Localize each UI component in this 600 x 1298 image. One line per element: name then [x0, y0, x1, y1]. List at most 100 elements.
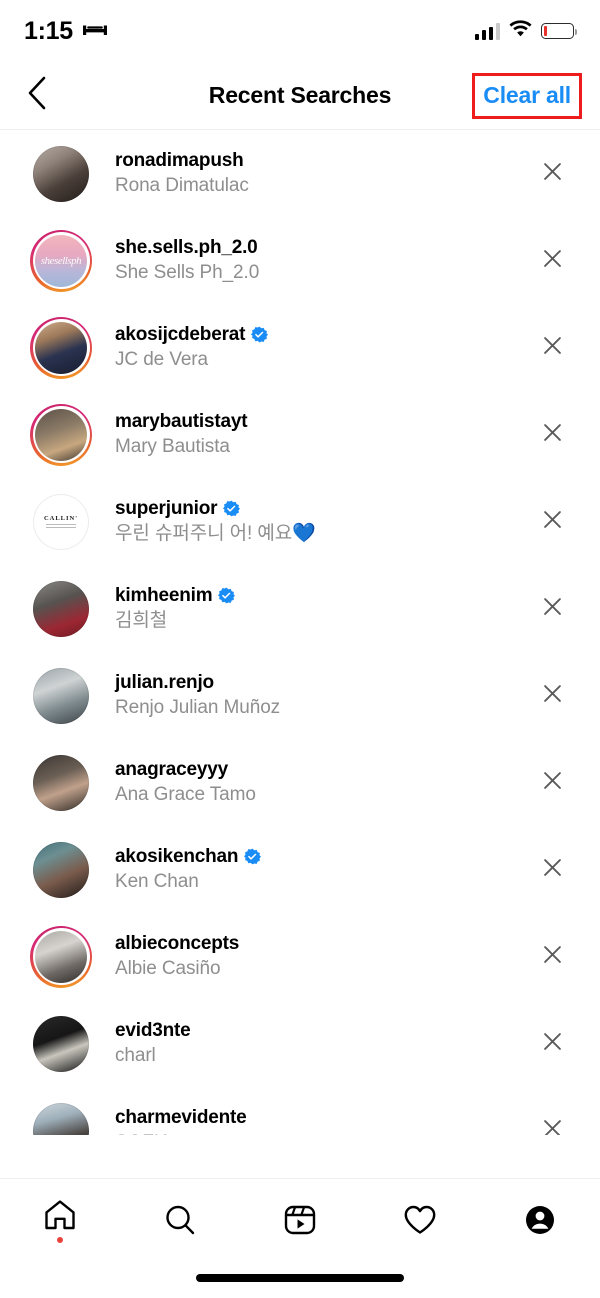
search-result-row[interactable]: shesellsph she.sells.ph_2.0 She Sells Ph_2… — [0, 217, 600, 304]
avatar — [33, 841, 89, 898]
username: superjunior — [115, 498, 218, 520]
avatar — [33, 1015, 89, 1072]
search-result-row[interactable]: anagraceyyy Ana Grace Tamo — [0, 739, 600, 826]
avatar-wrap[interactable] — [31, 579, 91, 639]
tab-activity[interactable] — [360, 1179, 480, 1261]
search-result-row[interactable]: julian.renjo Renjo Julian Muñoz — [0, 652, 600, 739]
search-result-row[interactable]: CALLIN' superjunior 우린 슈퍼주니 어! 예요💙 — [0, 478, 600, 565]
username: julian.renjo — [115, 672, 214, 694]
username: albieconcepts — [115, 933, 240, 955]
avatar-with-story-ring[interactable]: shesellsph — [30, 229, 92, 292]
remove-search-button[interactable] — [530, 935, 574, 979]
result-names: akosikenchan Ken Chan — [115, 844, 530, 895]
full-name: Albie Casiño — [115, 958, 221, 980]
username-line: ronadimapush — [115, 148, 530, 173]
result-names: evid3nte charl — [115, 1018, 530, 1069]
avatar-wrap[interactable] — [31, 666, 91, 726]
result-names: albieconcepts Albie Casiño — [115, 931, 530, 982]
status-bar-right — [474, 20, 577, 42]
full-name: Renjo Julian Muñoz — [115, 697, 281, 719]
story-ring — [30, 925, 92, 988]
full-name: Ken Chan — [115, 871, 199, 893]
search-result-row[interactable]: charmevidenteSOFIA — [0, 1087, 600, 1135]
avatar: CALLIN' — [33, 493, 89, 550]
remove-search-button[interactable] — [530, 1109, 574, 1135]
close-x-icon — [542, 509, 563, 535]
username-line: anagraceyyy — [115, 757, 530, 782]
back-button[interactable] — [14, 73, 60, 119]
avatar-wrap[interactable] — [31, 1101, 91, 1135]
remove-search-button[interactable] — [530, 761, 574, 805]
avatar — [35, 408, 87, 461]
result-names: ronadimapush Rona Dimatulac — [115, 148, 530, 199]
close-x-icon — [542, 857, 563, 883]
username-line: kimheenim — [115, 583, 530, 608]
wifi-icon — [509, 20, 532, 42]
search-result-row[interactable]: evid3nte charl — [0, 1000, 600, 1087]
avatar-wrap[interactable] — [31, 753, 91, 813]
search-result-row[interactable]: albieconcepts Albie Casiño — [0, 913, 600, 1000]
avatar-wrap[interactable] — [31, 1014, 91, 1074]
reels-icon — [283, 1203, 317, 1237]
close-x-icon — [542, 1031, 563, 1057]
result-names: marybautistayt Mary Bautista — [115, 409, 530, 460]
remove-search-button[interactable] — [530, 848, 574, 892]
verified-badge-icon — [218, 587, 236, 604]
tab-profile[interactable] — [480, 1179, 600, 1261]
remove-search-button[interactable] — [530, 587, 574, 631]
avatar-with-story-ring[interactable] — [30, 925, 92, 988]
result-names: superjunior 우린 슈퍼주니 어! 예요💙 — [115, 496, 530, 547]
remove-search-button[interactable] — [530, 413, 574, 457]
username: kimheenim — [115, 585, 213, 607]
remove-search-button[interactable] — [530, 326, 574, 370]
result-names: anagraceyyy Ana Grace Tamo — [115, 757, 530, 808]
close-x-icon — [542, 596, 563, 622]
avatar — [35, 930, 87, 983]
search-result-row[interactable]: akosijcdeberat JC de Vera — [0, 304, 600, 391]
search-result-row[interactable]: kimheenim 김희철 — [0, 565, 600, 652]
close-x-icon — [542, 161, 563, 187]
full-name: 우린 슈퍼주니 어! 예요💙 — [115, 523, 316, 545]
search-result-row[interactable]: akosikenchan Ken Chan — [0, 826, 600, 913]
avatar — [33, 580, 89, 637]
avatar-wrap[interactable] — [31, 840, 91, 900]
clear-all-highlight: Clear all — [472, 72, 582, 119]
tab-reels[interactable] — [240, 1179, 360, 1261]
close-x-icon — [542, 944, 563, 970]
remove-search-button[interactable] — [530, 500, 574, 544]
search-result-row[interactable]: ronadimapush Rona Dimatulac — [0, 130, 600, 217]
story-ring: shesellsph — [30, 229, 92, 292]
username: marybautistayt — [115, 411, 248, 433]
full-name: She Sells Ph_2.0 — [115, 262, 260, 284]
full-name: charl — [115, 1045, 156, 1067]
avatar-with-story-ring[interactable] — [30, 403, 92, 466]
bed-icon — [82, 21, 108, 42]
full-name: Mary Bautista — [115, 436, 230, 458]
result-names: kimheenim 김희철 — [115, 583, 530, 634]
username-line: albieconcepts — [115, 931, 530, 956]
search-result-row[interactable]: marybautistayt Mary Bautista — [0, 391, 600, 478]
chevron-left-icon — [27, 76, 47, 115]
result-names: charmevidenteSOFIA — [115, 1105, 530, 1135]
status-bar-left: 1:15 — [24, 17, 108, 46]
search-icon — [163, 1203, 197, 1237]
tab-search[interactable] — [120, 1179, 240, 1261]
page-header: Recent Searches Clear all — [0, 62, 600, 130]
remove-search-button[interactable] — [530, 152, 574, 196]
username: she.sells.ph_2.0 — [115, 237, 258, 259]
avatar-with-story-ring[interactable] — [30, 316, 92, 379]
avatar — [35, 321, 87, 374]
avatar-wrap[interactable]: CALLIN' — [31, 492, 91, 552]
cellular-signal-icon — [474, 22, 500, 40]
result-names: akosijcdeberat JC de Vera — [115, 322, 530, 373]
remove-search-button[interactable] — [530, 239, 574, 283]
remove-search-button[interactable] — [530, 674, 574, 718]
status-bar: 1:15 — [0, 0, 600, 62]
avatar-wrap[interactable] — [31, 144, 91, 204]
username-line: marybautistayt — [115, 409, 530, 434]
recent-searches-list[interactable]: ronadimapush Rona Dimatulac shesellsph she.… — [0, 130, 600, 1135]
remove-search-button[interactable] — [530, 1022, 574, 1066]
full-name: 김희철 — [115, 610, 168, 632]
clear-all-button[interactable]: Clear all — [483, 82, 571, 108]
tab-home[interactable] — [0, 1179, 120, 1261]
